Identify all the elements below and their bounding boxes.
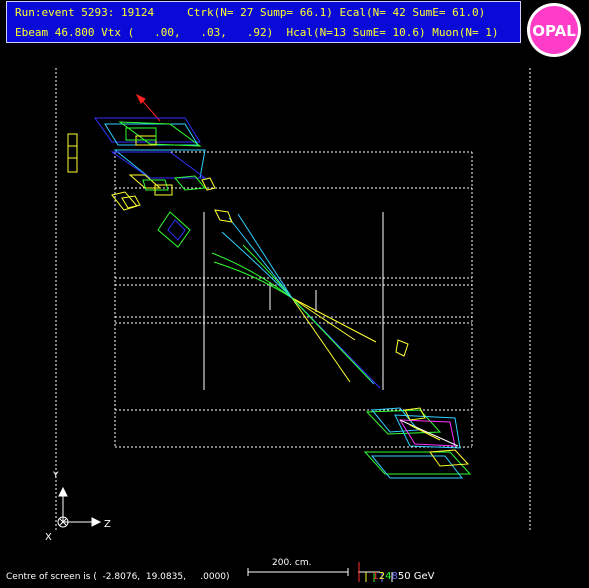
header-line-run-event: Run:event 5293: 19124 Ctrk(N= 27 Sump= 6… [15,6,486,19]
header-line-ebeam: Ebeam 46.800 Vtx ( .00, .03, .92) Hcal(N… [15,26,499,39]
event-info-header: Run:event 5293: 19124 Ctrk(N= 27 Sump= 6… [6,1,521,43]
energy-scale-legend: 124850 GeV [360,560,435,582]
scale-bar-label: 200. cm. [272,558,312,568]
axis-label-x: X [45,532,52,543]
axis-label-y: Y [52,471,59,481]
axis-label-z: Z [104,519,111,530]
opal-logo-text: OPAL [532,22,576,40]
opal-logo: OPAL [527,3,581,57]
centre-of-screen-readout: Centre of screen is ( -2.8076, 19.0835, … [6,572,230,582]
event-display-canvas: Y Z X [0,0,589,588]
energy-label-50gev: 50 GeV [397,571,435,582]
